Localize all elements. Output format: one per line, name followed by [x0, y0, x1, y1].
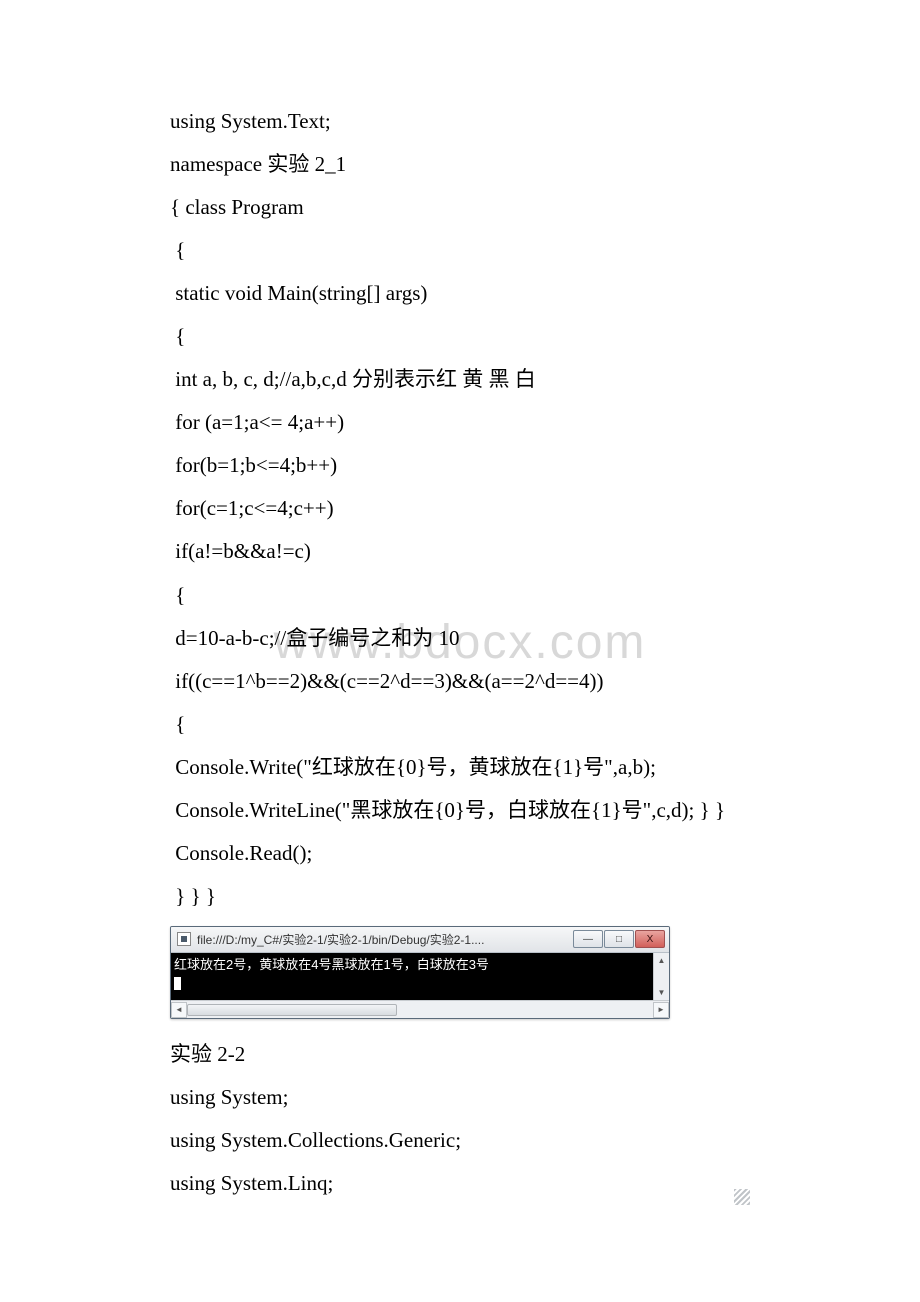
code-line: Console.WriteLine("黑球放在{0}号，白球放在{1}号",c,…	[170, 789, 750, 832]
scroll-down-icon[interactable]: ▼	[654, 984, 669, 1000]
code-line: } } }	[170, 875, 750, 918]
code-line: for (a=1;a<= 4;a++)	[170, 401, 750, 444]
code-line: for(b=1;b<=4;b++)	[170, 444, 750, 487]
code-line: if(a!=b&&a!=c)	[170, 530, 750, 573]
scroll-left-icon[interactable]: ◄	[171, 1002, 187, 1018]
console-titlebar[interactable]: file:///D:/my_C#/实验2-1/实验2-1/bin/Debug/实…	[171, 927, 669, 953]
code-line: {	[170, 574, 750, 617]
code-line: using System.Linq;	[170, 1162, 750, 1205]
maximize-button[interactable]: □	[604, 930, 634, 948]
code-line: {	[170, 229, 750, 272]
code-line: using System;	[170, 1076, 750, 1119]
console-output-line: 红球放在2号，黄球放在4号黑球放在1号，白球放在3号	[174, 957, 489, 972]
scroll-right-icon[interactable]: ►	[653, 1002, 669, 1018]
code-line: static void Main(string[] args)	[170, 272, 750, 315]
console-window: file:///D:/my_C#/实验2-1/实验2-1/bin/Debug/实…	[170, 926, 670, 1019]
console-title: file:///D:/my_C#/实验2-1/实验2-1/bin/Debug/实…	[197, 931, 572, 948]
scroll-thumb[interactable]	[187, 1004, 397, 1016]
scroll-up-icon[interactable]: ▲	[654, 953, 669, 969]
console-output-area: 红球放在2号，黄球放在4号黑球放在1号，白球放在3号 ▲ ▼	[171, 953, 669, 1000]
console-app-icon	[177, 932, 191, 946]
code-line: {	[170, 315, 750, 358]
code-line: using System.Text;	[170, 100, 750, 143]
vertical-scrollbar[interactable]: ▲ ▼	[653, 953, 669, 1000]
code-line: {	[170, 703, 750, 746]
horizontal-scrollbar[interactable]: ◄ ►	[171, 1000, 669, 1018]
code-line: int a, b, c, d;//a,b,c,d 分别表示红 黄 黑 白	[170, 358, 750, 401]
code-line: { class Program	[170, 186, 750, 229]
section-title: 实验 2-2	[170, 1033, 750, 1076]
scroll-track[interactable]	[187, 1003, 653, 1017]
code-line: Console.Read();	[170, 832, 750, 875]
code-line: d=10-a-b-c;//盒子编号之和为 10	[170, 617, 750, 660]
console-cursor	[174, 977, 181, 990]
close-button[interactable]: X	[635, 930, 665, 948]
code-line: for(c=1;c<=4;c++)	[170, 487, 750, 530]
code-block-2: using System; using System.Collections.G…	[170, 1076, 750, 1205]
document-content: using System.Text; namespace 实验 2_1 { cl…	[170, 100, 750, 1205]
code-line: using System.Collections.Generic;	[170, 1119, 750, 1162]
code-line: namespace 实验 2_1	[170, 143, 750, 186]
minimize-button[interactable]: —	[573, 930, 603, 948]
code-line: Console.Write("红球放在{0}号，黄球放在{1}号",a,b);	[170, 746, 750, 789]
code-block-1: using System.Text; namespace 实验 2_1 { cl…	[170, 100, 750, 918]
code-line: if((c==1^b==2)&&(c==2^d==3)&&(a==2^d==4)…	[170, 660, 750, 703]
